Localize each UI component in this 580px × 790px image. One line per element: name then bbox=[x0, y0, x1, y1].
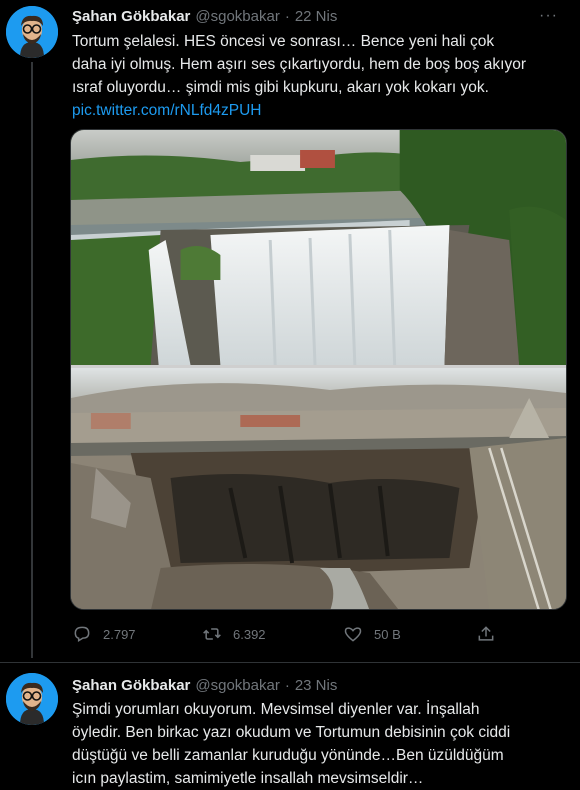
avatar-image bbox=[6, 6, 58, 58]
share-icon bbox=[478, 626, 494, 641]
media-link[interactable]: pic.twitter.com/rNLfd4zPUH bbox=[72, 99, 566, 122]
author-handle[interactable]: @sgokbakar bbox=[195, 677, 279, 694]
reply-button[interactable]: 2.797 bbox=[72, 622, 136, 646]
tweet[interactable]: Şahan Gökbakar @sgokbakar · 22 Nis ··· T… bbox=[0, 0, 580, 660]
tweet-text-line: Tortum şelalesi. HES öncesi ve sonrası… … bbox=[72, 33, 495, 50]
author-name[interactable]: Şahan Gökbakar bbox=[72, 8, 190, 25]
thread-line bbox=[31, 62, 33, 658]
author-handle[interactable]: @sgokbakar bbox=[195, 8, 279, 25]
more-options-icon[interactable]: ··· bbox=[539, 7, 558, 25]
waterfall-after-photo bbox=[71, 368, 566, 609]
separator-dot: · bbox=[284, 676, 290, 694]
tweet-text-line: daha iyi olmuş. Hem aşırı ses çıkartıyor… bbox=[72, 56, 526, 73]
reply-count: 2.797 bbox=[103, 626, 136, 642]
tweet-actions: 2.797 6.392 50 B bbox=[72, 622, 502, 646]
tweet-date[interactable]: 23 Nis bbox=[295, 677, 338, 694]
tweet-text-line: Şimdi yorumları okuyorum. Mevsimsel diye… bbox=[72, 701, 480, 718]
tweet-date[interactable]: 22 Nis bbox=[295, 8, 338, 25]
tweet-text: Tortum şelalesi. HES öncesi ve sonrası… … bbox=[72, 30, 566, 122]
comment-icon bbox=[74, 626, 90, 642]
heart-icon bbox=[344, 627, 362, 642]
avatar-image bbox=[6, 673, 58, 725]
like-button[interactable]: 50 B bbox=[343, 622, 401, 646]
tweet-text-line: ısraf oluyordu… şimdi mis gibi kupkuru, … bbox=[72, 79, 489, 96]
tweet-text: Şimdi yorumları okuyorum. Mevsimsel diye… bbox=[72, 698, 566, 790]
avatar[interactable] bbox=[6, 6, 58, 58]
avatar[interactable] bbox=[6, 673, 58, 725]
tweet-text-line: düştüğü ve belli zamanlar kuruduğu yönün… bbox=[72, 747, 504, 764]
retweet-icon bbox=[203, 628, 221, 640]
author-name[interactable]: Şahan Gökbakar bbox=[72, 677, 190, 694]
tweet-media[interactable] bbox=[70, 129, 567, 610]
tweet-header: Şahan Gökbakar @sgokbakar · 23 Nis bbox=[72, 675, 570, 695]
tweet-header: Şahan Gökbakar @sgokbakar · 22 Nis ··· bbox=[72, 6, 570, 26]
retweet-button[interactable]: 6.392 bbox=[202, 622, 266, 646]
retweet-count: 6.392 bbox=[233, 626, 266, 642]
like-count: 50 B bbox=[374, 626, 401, 642]
tweet-text-line: icın paylastim, samimiyetle insallah mev… bbox=[72, 770, 424, 787]
tweet-text-line: öyledir. Ben birkac yazı okudum ve Tortu… bbox=[72, 724, 511, 741]
share-button[interactable] bbox=[476, 622, 507, 646]
waterfall-before-photo bbox=[71, 130, 566, 365]
separator-dot: · bbox=[284, 7, 290, 25]
tweet[interactable]: Şahan Gökbakar @sgokbakar · 23 Nis Şimdi… bbox=[0, 662, 580, 790]
